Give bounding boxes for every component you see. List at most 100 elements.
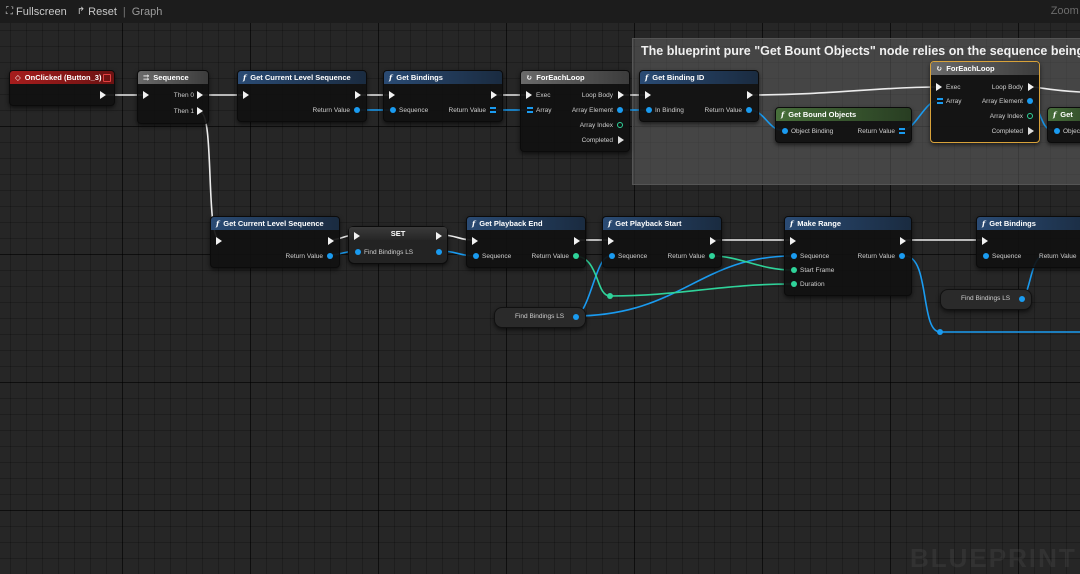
sequence-pin[interactable] xyxy=(983,253,989,259)
node-get-bindings-2[interactable]: f Get Bindings Sequence Return Value xyxy=(976,216,1080,268)
pin-label: Return Value xyxy=(312,107,350,114)
exec-out-pin[interactable] xyxy=(100,91,106,99)
node-header: ◇ OnClicked (Button_3) xyxy=(10,71,114,84)
variable-out-pin[interactable] xyxy=(573,314,579,320)
wire-reroute-dot xyxy=(607,293,613,299)
node-make-range[interactable]: f Make Range Sequence Start Frame Durati… xyxy=(784,216,912,296)
node-get-bindings[interactable]: f Get Bindings Sequence Return Value xyxy=(383,70,503,122)
exec-in-pin[interactable] xyxy=(936,83,942,91)
exec-in-pin[interactable] xyxy=(389,91,395,99)
start-frame-pin[interactable] xyxy=(791,267,797,273)
exec-out-pin[interactable] xyxy=(900,237,906,245)
node-get-binding-id[interactable]: f Get Binding ID In Binding Return Value xyxy=(639,70,759,122)
node-header: ⇉ Sequence xyxy=(138,71,208,84)
node-get-current-level-sequence-2[interactable]: f Get Current Level Sequence Return Valu… xyxy=(210,216,340,268)
node-get-current-level-sequence[interactable]: f Get Current Level Sequence Return Valu… xyxy=(237,70,367,122)
node-var-find-bindings-ls-2[interactable]: Find Bindings LS xyxy=(940,289,1032,310)
exec-out-pin[interactable] xyxy=(710,237,716,245)
return-value-pin[interactable] xyxy=(899,253,905,259)
reset-button[interactable]: ↱ Reset xyxy=(77,6,117,18)
exec-in-pin[interactable] xyxy=(216,237,222,245)
exec-out-pin[interactable] xyxy=(491,91,497,99)
function-icon: f xyxy=(216,219,220,228)
array-in-pin[interactable] xyxy=(937,98,943,104)
find-bindings-out-pin[interactable] xyxy=(436,249,442,255)
sequence-pin[interactable] xyxy=(473,253,479,259)
node-title: ForEachLoop xyxy=(946,64,995,73)
node-sequence[interactable]: ⇉ Sequence Then 0 Then 1 xyxy=(137,70,209,124)
sequence-pin[interactable] xyxy=(791,253,797,259)
node-header: f Get Binding ID xyxy=(640,71,758,84)
function-icon: f xyxy=(790,219,794,228)
object-binding-pin[interactable] xyxy=(782,128,788,134)
return-value-pin[interactable] xyxy=(573,253,579,259)
node-title: Get Binding ID xyxy=(652,73,705,82)
exec-in-pin[interactable] xyxy=(354,232,360,240)
fullscreen-button[interactable]: ⛶ Fullscreen xyxy=(6,6,67,18)
return-value-pin[interactable] xyxy=(354,107,360,113)
exec-out-pin[interactable] xyxy=(574,237,580,245)
node-foreach-loop-selected[interactable]: ↻ ForEachLoop Exec Array Loop Body Array… xyxy=(930,61,1040,143)
reset-icon: ↱ xyxy=(76,6,86,17)
exec-in-pin[interactable] xyxy=(790,237,796,245)
exec-in-pin[interactable] xyxy=(526,91,532,99)
object-pin[interactable] xyxy=(1054,128,1060,134)
node-foreach-loop[interactable]: ↻ ForEachLoop Exec Array Loop Body Array… xyxy=(520,70,630,152)
node-header: f Get Bound Objects xyxy=(776,108,911,121)
node-title: Get Playback Start xyxy=(615,219,682,228)
pin-label: Loop Body xyxy=(581,92,613,99)
array-element-pin[interactable] xyxy=(1027,98,1033,104)
exec-in-pin[interactable] xyxy=(982,237,988,245)
function-icon: f xyxy=(243,73,247,82)
event-icon: ◇ xyxy=(15,73,21,82)
exec-in-pin[interactable] xyxy=(645,91,651,99)
sequence-pin[interactable] xyxy=(390,107,396,113)
exec-in-pin[interactable] xyxy=(608,237,614,245)
exec-out-pin-then0[interactable] xyxy=(197,91,203,99)
return-value-pin[interactable] xyxy=(327,253,333,259)
duration-pin[interactable] xyxy=(791,281,797,287)
node-title: Get Bound Objects xyxy=(788,110,857,119)
return-value-pin[interactable] xyxy=(746,107,752,113)
array-element-pin[interactable] xyxy=(617,107,623,113)
loop-body-pin[interactable] xyxy=(618,91,624,99)
completed-pin[interactable] xyxy=(618,136,624,144)
node-set-variable[interactable]: SET Find Bindings LS xyxy=(348,226,448,264)
exec-out-pin[interactable] xyxy=(328,237,334,245)
node-title: Get Bindings xyxy=(396,73,443,82)
variable-out-pin[interactable] xyxy=(1019,296,1025,302)
loop-body-pin[interactable] xyxy=(1028,83,1034,91)
pin-label: Loop Body xyxy=(991,84,1023,91)
array-index-pin[interactable] xyxy=(1027,113,1033,119)
function-icon: f xyxy=(781,110,785,119)
array-in-pin[interactable] xyxy=(527,107,533,113)
delegate-pin-icon[interactable] xyxy=(103,74,111,82)
node-get-playback-start[interactable]: f Get Playback Start Sequence Return Val… xyxy=(602,216,722,268)
node-get-playback-end[interactable]: f Get Playback End Sequence Return Value xyxy=(466,216,586,268)
exec-out-pin[interactable] xyxy=(747,91,753,99)
sequence-pin[interactable] xyxy=(609,253,615,259)
return-value-pin[interactable] xyxy=(709,253,715,259)
node-get-partial[interactable]: f Get Objec xyxy=(1047,107,1080,143)
function-icon: f xyxy=(472,219,476,228)
variable-label: Find Bindings LS xyxy=(961,295,1011,302)
exec-out-pin-then1[interactable] xyxy=(197,107,203,115)
exec-in-pin[interactable] xyxy=(472,237,478,245)
return-array-pin[interactable] xyxy=(899,128,905,134)
pin-label: Objec xyxy=(1063,128,1080,135)
node-onclicked-event[interactable]: ◇ OnClicked (Button_3) xyxy=(9,70,115,106)
exec-in-pin[interactable] xyxy=(143,91,149,99)
exec-out-pin[interactable] xyxy=(436,232,442,240)
return-array-pin[interactable] xyxy=(490,107,496,113)
node-title: Make Range xyxy=(797,219,842,228)
in-binding-pin[interactable] xyxy=(646,107,652,113)
node-var-find-bindings-ls[interactable]: Find Bindings LS xyxy=(494,307,586,328)
node-get-bound-objects[interactable]: f Get Bound Objects Object Binding Retur… xyxy=(775,107,912,143)
exec-in-pin[interactable] xyxy=(243,91,249,99)
exec-out-pin[interactable] xyxy=(355,91,361,99)
find-bindings-in-pin[interactable] xyxy=(355,249,361,255)
completed-pin[interactable] xyxy=(1028,127,1034,135)
pin-label: Array xyxy=(536,107,552,114)
array-index-pin[interactable] xyxy=(617,122,623,128)
breadcrumb-graph[interactable]: Graph xyxy=(132,6,163,18)
